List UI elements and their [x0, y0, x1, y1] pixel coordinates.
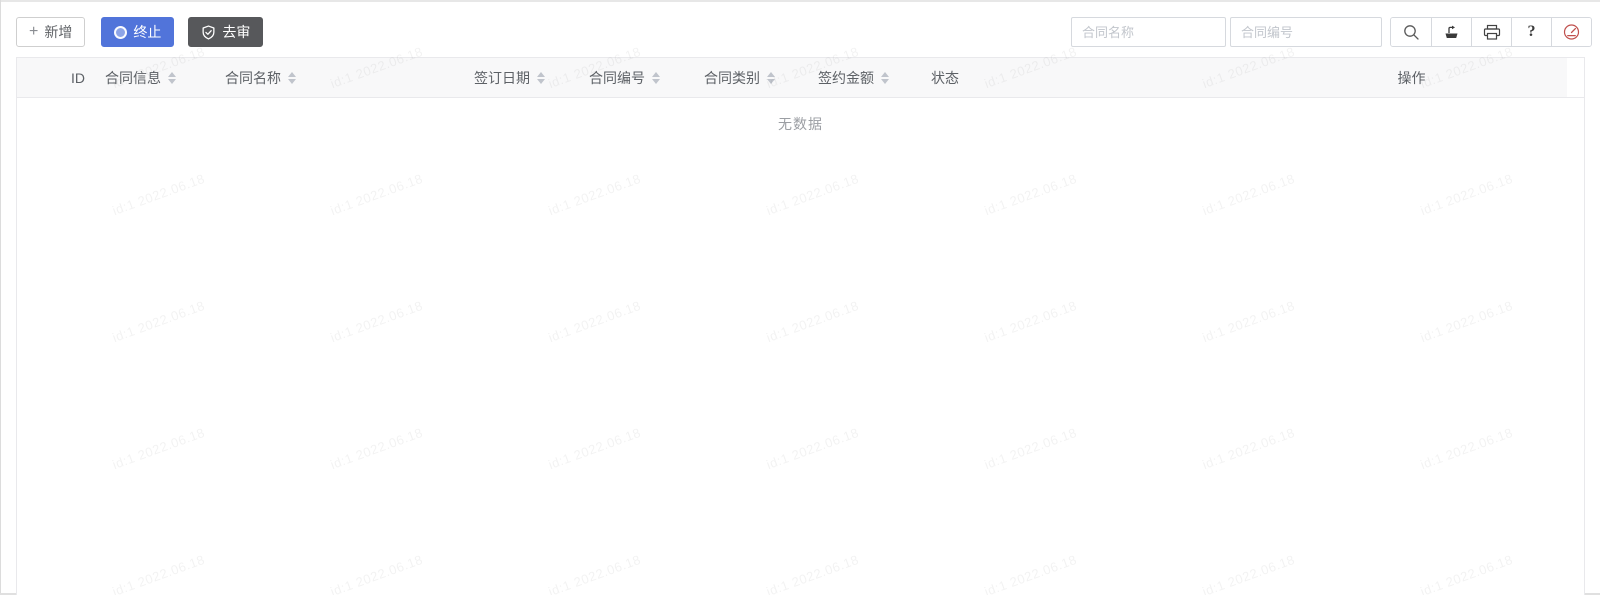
question-mark-icon: ? [1527, 23, 1536, 40]
submit-review-button[interactable]: 去审 [188, 17, 264, 47]
toolbar-button-group: + 新增 终止 去审 [16, 17, 264, 47]
help-button[interactable]: ? [1511, 18, 1551, 46]
sort-caret[interactable] [288, 71, 296, 84]
window-left-border [0, 0, 1, 595]
circle-icon [114, 25, 128, 39]
printer-icon [1483, 24, 1501, 41]
print-button[interactable] [1471, 18, 1511, 46]
column-header-contract-amount[interactable]: 签约金额 [808, 58, 921, 97]
header-scrollbar-gutter [1567, 58, 1584, 97]
submit-review-button-label: 去审 [222, 24, 251, 40]
contract-name-input[interactable] [1071, 17, 1226, 47]
table-empty-state: 无数据 [17, 98, 1584, 150]
search-button[interactable] [1391, 18, 1431, 46]
dashboard-button[interactable] [1551, 18, 1591, 46]
contracts-table: ID 合同信息 合同名称 签订日期 合同编号 合同类别 签约金额 状态 操作 无数据 [16, 57, 1585, 595]
toolbar: + 新增 终止 去审 合同名称 合同编号 ? [16, 17, 1592, 47]
column-header-label: 合同编号 [589, 69, 645, 86]
column-header-contract-name[interactable]: 合同名称 [215, 58, 464, 97]
sort-caret[interactable] [537, 71, 545, 84]
terminate-button-label: 终止 [133, 24, 162, 40]
plus-icon: + [29, 22, 39, 40]
column-header-label: 签约金额 [818, 69, 874, 86]
sort-caret[interactable] [652, 71, 660, 84]
column-header-contract-code[interactable]: 合同编号 [579, 58, 694, 97]
column-header-sign-date[interactable]: 签订日期 [464, 58, 579, 97]
column-header-label: 操作 [1397, 69, 1426, 86]
shield-check-icon [201, 24, 216, 40]
sort-caret[interactable] [168, 71, 176, 84]
column-header-status: 状态 [921, 58, 1256, 97]
gauge-icon [1562, 23, 1581, 42]
column-header-label: ID [71, 69, 85, 86]
column-header-contract-category[interactable]: 合同类别 [694, 58, 808, 97]
column-header-label: 合同信息 [105, 69, 161, 86]
column-header-id: ID [17, 58, 95, 97]
search-icon [1402, 23, 1421, 42]
column-header-label: 合同名称 [225, 69, 281, 86]
toolbar-icon-group: ? [1390, 17, 1592, 47]
column-header-label: 状态 [931, 69, 959, 86]
column-header-label: 合同类别 [704, 69, 760, 86]
window-top-border [0, 0, 1600, 2]
add-button-label: 新增 [44, 24, 73, 40]
toolbar-search-group: ? [1071, 17, 1592, 47]
export-button[interactable] [1431, 18, 1471, 46]
add-button[interactable]: + 新增 [16, 17, 86, 47]
terminate-button[interactable]: 终止 [101, 17, 175, 47]
sort-caret[interactable] [881, 71, 889, 84]
column-header-operation: 操作 [1256, 58, 1567, 97]
column-header-contract-info[interactable]: 合同信息 [95, 58, 215, 97]
export-icon [1443, 24, 1460, 41]
empty-text: 无数据 [778, 116, 823, 132]
contract-code-input[interactable] [1230, 17, 1382, 47]
sort-caret[interactable] [767, 71, 775, 84]
column-header-label: 签订日期 [474, 69, 530, 86]
table-header-row: ID 合同信息 合同名称 签订日期 合同编号 合同类别 签约金额 状态 操作 [17, 58, 1584, 98]
